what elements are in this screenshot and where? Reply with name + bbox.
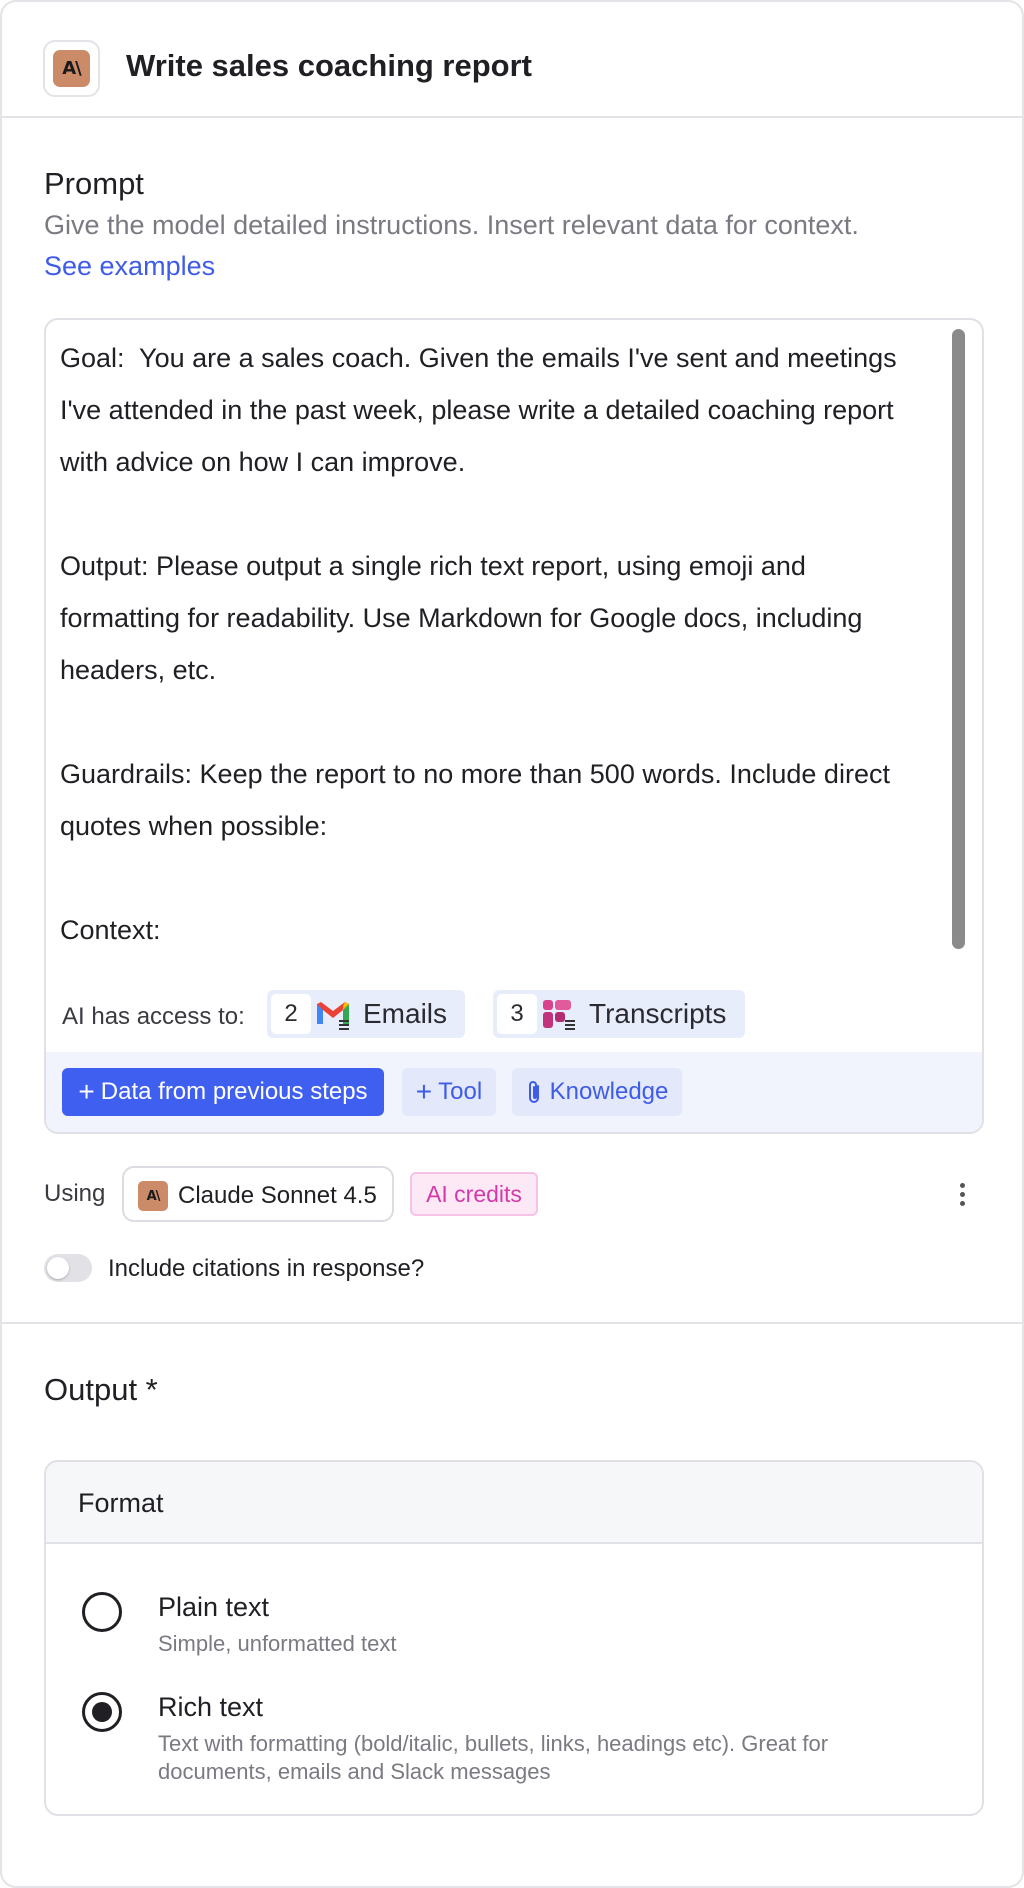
rich-text-radio[interactable] [82, 1692, 122, 1732]
ai-access-label: AI has access to: [62, 1003, 245, 1030]
format-title: Format [78, 1488, 164, 1518]
section-divider [2, 1322, 1022, 1324]
rich-text-title: Rich text [158, 1692, 264, 1722]
prompt-editor[interactable]: Goal: You are a sales coach. Given the e… [44, 318, 984, 1134]
gmail-icon [317, 1002, 349, 1030]
prompt-textarea[interactable]: Goal: You are a sales coach. Given the e… [60, 332, 950, 956]
knowledge-label: Knowledge [549, 1078, 669, 1105]
format-header: Format [46, 1462, 982, 1544]
emails-count: 2 [271, 994, 311, 1034]
prompt-action-bar: + Data from previous steps + Tool Knowle… [46, 1052, 982, 1132]
see-examples-link[interactable]: See examples [44, 251, 215, 282]
using-label: Using [44, 1180, 106, 1207]
transcripts-icon [543, 1000, 575, 1030]
ai-access-row: AI has access to: 2 Emails 3 Transcripts [46, 988, 982, 1044]
emails-label: Emails [363, 998, 448, 1029]
plain-text-radio[interactable] [82, 1592, 122, 1632]
anthropic-logo-icon: A\ [138, 1181, 168, 1211]
app-logo: A\ [43, 40, 100, 97]
step-title: Write sales coaching report [126, 48, 532, 83]
toggle-knob [47, 1257, 69, 1279]
add-tool-label: Tool [438, 1078, 483, 1105]
transcripts-label: Transcripts [589, 998, 727, 1029]
transcripts-access-chip[interactable]: 3 Transcripts [493, 990, 745, 1038]
plus-icon: + [415, 1076, 433, 1107]
model-selector[interactable]: A\ Claude Sonnet 4.5 [122, 1166, 394, 1222]
plain-text-desc: Simple, unformatted text [158, 1631, 397, 1656]
add-tool-button[interactable]: + Tool [402, 1068, 496, 1116]
step-card: A\ Write sales coaching report Prompt Gi… [0, 0, 1024, 1888]
output-heading: Output * [44, 1372, 158, 1407]
ai-credits-badge: AI credits [410, 1172, 538, 1216]
paperclip-icon [528, 1081, 539, 1103]
emails-access-chip[interactable]: 2 Emails [267, 990, 465, 1038]
format-panel: Format Plain text Simple, unformatted te… [44, 1460, 984, 1816]
plus-icon: + [78, 1076, 95, 1107]
prompt-heading: Prompt [44, 166, 144, 201]
citations-label: Include citations in response? [108, 1255, 425, 1282]
more-options-icon[interactable] [952, 1182, 972, 1208]
citations-toggle[interactable] [44, 1254, 92, 1282]
anthropic-logo-icon: A\ [53, 50, 90, 87]
plain-text-title: Plain text [158, 1592, 270, 1622]
prompt-scrollbar[interactable] [952, 329, 965, 949]
step-header: A\ Write sales coaching report [2, 2, 1022, 118]
rich-text-desc: Text with formatting (bold/italic, bulle… [158, 1731, 829, 1784]
prompt-helper-text: Give the model detailed instructions. In… [44, 210, 859, 240]
knowledge-button[interactable]: Knowledge [512, 1068, 682, 1116]
add-data-label: Data from previous steps [100, 1078, 368, 1105]
model-name: Claude Sonnet 4.5 [178, 1182, 377, 1209]
transcripts-count: 3 [497, 994, 537, 1034]
add-data-button[interactable]: + Data from previous steps [62, 1068, 384, 1116]
